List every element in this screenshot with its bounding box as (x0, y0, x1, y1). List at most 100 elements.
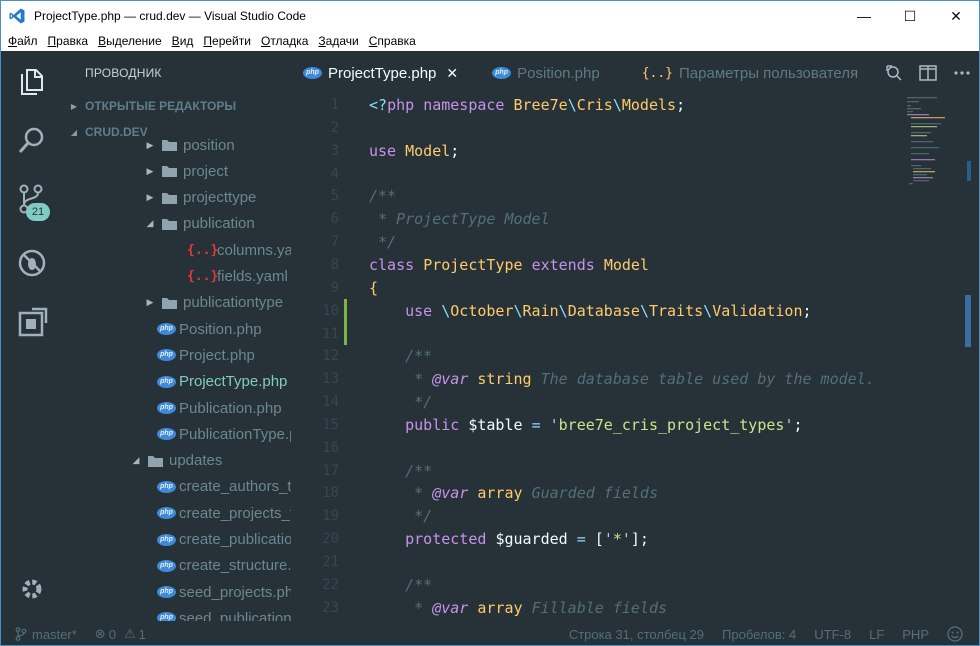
tree-item-php[interactable]: php seed_projects.php (63, 579, 291, 605)
code-token: \ (441, 301, 451, 320)
branch-indicator[interactable]: master* (1, 627, 86, 642)
menu-tasks[interactable]: Задачи (313, 31, 363, 51)
tree-item-yaml[interactable]: {..}columns.yaml (63, 237, 291, 263)
tree-item-php[interactable]: php Position.php (63, 316, 291, 342)
end-of-line[interactable]: LF (860, 627, 893, 642)
gear-icon[interactable] (16, 573, 48, 605)
tree-item-label: create_structure.php (179, 557, 291, 575)
code-token: \ (703, 301, 713, 320)
line-number: 8 (330, 256, 339, 273)
code-text: use \October\Rain\Database\Traits\Valida… (369, 300, 811, 323)
code-line: 11 (303, 323, 903, 346)
menu-edit[interactable]: Правка (43, 31, 94, 51)
code-token: ; (450, 141, 460, 160)
chevron-right-icon: ▶ (146, 139, 154, 150)
close-icon[interactable]: ✕ (446, 65, 458, 82)
code-token: php (387, 96, 424, 114)
maximize-button[interactable]: ☐ (887, 1, 933, 31)
tree-item-folder[interactable]: ◢ updates (63, 448, 291, 474)
tree-item-label: project (183, 162, 229, 180)
code-line: 13 * @var string The database table used… (303, 368, 903, 391)
folder-icon (161, 296, 183, 310)
code-text: /** (369, 185, 396, 208)
tree-item-folder[interactable]: ▶ position (63, 132, 291, 158)
tab-position[interactable]: php Position.php (492, 51, 614, 95)
minimize-button[interactable]: — (841, 1, 887, 31)
tree-item-folder[interactable]: ▶ projecttype (63, 185, 291, 211)
code-token: /** (405, 575, 433, 594)
code-text: /** (369, 460, 432, 483)
menu-view[interactable]: Вид (167, 31, 199, 51)
indentation[interactable]: Пробелов: 4 (713, 627, 805, 642)
tree-item-php[interactable]: phpcreate_publications_table.php (63, 527, 291, 553)
tree-item-folder[interactable]: ▶ publicationtype (63, 290, 291, 316)
error-count: 0 (108, 626, 116, 642)
tree-item-php[interactable]: php Project.php (63, 342, 291, 368)
code-line: 1 <?php namespace Bree7e\Cris\Models; (303, 95, 903, 117)
extensions-icon[interactable] (16, 307, 48, 339)
tree-item-php[interactable]: phpcreate_authors_table.php (63, 474, 291, 500)
tree-item-php[interactable]: phpPublicationType.php (63, 421, 291, 447)
tree-item-label: PublicationType.php (179, 425, 291, 443)
language-mode[interactable]: PHP (893, 627, 938, 642)
line-number: 5 (330, 188, 339, 205)
tree-item-folder[interactable]: ▶ project (63, 158, 291, 184)
code-line: 19 */ (303, 505, 903, 528)
menu-selection[interactable]: Выделение (93, 31, 167, 51)
debug-icon[interactable] (16, 247, 48, 279)
tree-item-label: seed_projects.php (179, 583, 291, 601)
code-text: class ProjectType extends Model (369, 254, 649, 277)
code-token: Fillable fields (531, 598, 668, 617)
code-token: \ (567, 96, 577, 114)
code-line: 8 class ProjectType extends Model (303, 254, 903, 277)
tab-user-settings[interactable]: {..} Параметры пользователя (642, 51, 872, 95)
tree-item-php[interactable]: phpcreate_structure.php (63, 553, 291, 579)
php-file-icon: php (492, 67, 512, 79)
tree-item-php[interactable]: phpcreate_projects_table.php (63, 500, 291, 526)
explorer-icon[interactable] (16, 65, 48, 97)
tab-projecttype[interactable]: php ProjectType.php ✕ (303, 51, 472, 95)
code-token: \ (639, 301, 649, 320)
scrollbar-thumb[interactable] (965, 295, 971, 347)
title-bar: ProjectType.php — crud.dev — Visual Stud… (1, 1, 979, 31)
code-token: * (414, 370, 433, 389)
cursor-position[interactable]: Строка 31, столбец 29 (560, 627, 713, 642)
tree-item-php[interactable]: phpseed_publications.php (63, 605, 291, 621)
code-token: extends (531, 255, 604, 274)
php-file-icon: php (157, 612, 179, 621)
line-number: 13 (322, 371, 339, 388)
menu-help[interactable]: Справка (364, 31, 421, 51)
open-changes-icon[interactable] (877, 64, 911, 82)
tree-item-folder[interactable]: ◢ publication (63, 211, 291, 237)
php-file-icon: php (157, 480, 179, 493)
split-editor-icon[interactable] (911, 65, 945, 81)
tree-item-php[interactable]: php Publication.php (63, 395, 291, 421)
encoding[interactable]: UTF-8 (805, 627, 860, 642)
warning-icon: ⚠ (123, 626, 136, 641)
open-editors-section[interactable]: ▶ ОТКРЫТЫЕ РЕДАКТОРЫ (63, 95, 303, 117)
menu-go[interactable]: Перейти (198, 31, 256, 51)
tree-item-label: seed_publications.php (179, 609, 291, 621)
tab-label: Position.php (517, 64, 600, 82)
search-icon[interactable] (16, 125, 48, 157)
tab-label: ProjectType.php (328, 64, 437, 82)
error-icon: ⊗ (94, 626, 106, 641)
code-line: 22 /** (303, 574, 903, 597)
problems-indicator[interactable]: ⊗ 0 ⚠ 1 (86, 626, 155, 642)
menu-file[interactable]: Файл (3, 31, 43, 51)
tree-item-php[interactable]: php ProjectType.php (63, 369, 291, 395)
code-token: Model (405, 141, 451, 160)
php-file-icon: php (157, 586, 179, 599)
feedback-icon[interactable] (938, 626, 979, 642)
code-line: 14 */ (303, 391, 903, 414)
more-actions-icon[interactable] (945, 70, 979, 76)
code-editor[interactable]: 1 <?php namespace Bree7e\Cris\Models; 2 3 us… (303, 95, 979, 621)
close-button[interactable]: ✕ (933, 1, 979, 31)
menu-debug[interactable]: Отладка (256, 31, 313, 51)
tree-item-yaml[interactable]: {..} fields.yaml (63, 264, 291, 290)
code-text: * @var string The database table used by… (369, 368, 875, 391)
tree-item-label: updates (169, 452, 223, 470)
